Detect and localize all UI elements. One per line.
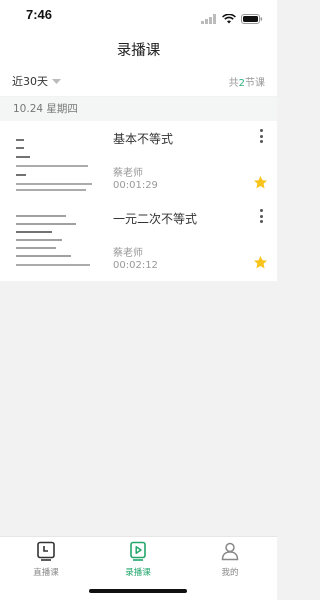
lesson-teacher: 蔡老师 [113,248,143,259]
play-video-icon [128,541,148,565]
lesson-count-prefix: 共 [228,78,239,89]
caret-down-icon [52,75,61,88]
tab-label: 我的 [221,568,239,578]
lesson-count: 共2节课 [229,74,265,89]
lesson-title: 一元二次不等式 [113,212,198,226]
lesson-title: 基本不等式 [113,132,174,146]
tab-recorded-course[interactable]: 录播课 [108,541,168,578]
more-options-icon[interactable] [257,209,265,227]
lesson-thumbnail [14,209,96,275]
clock-icon [36,541,56,565]
lesson-count-suffix: 节课 [245,78,265,89]
period-label: 近30天 [12,75,48,88]
user-icon [220,542,240,565]
favorite-star-icon[interactable] [253,175,268,190]
tab-live-course[interactable]: 直播课 [16,541,76,578]
wifi-icon [222,9,236,28]
filter-bar: 近30天 共2节课 [0,66,277,96]
lesson-duration: 00:02:12 [113,260,158,271]
page-title: 录播课 [116,43,161,59]
lesson-item[interactable]: 一元二次不等式 蔡老师 00:02:12 [0,201,277,279]
tab-label: 录播课 [125,568,151,578]
date-group-header: 10.24 星期四 [0,97,277,121]
tab-my-profile[interactable]: 我的 [200,541,260,578]
status-bar: 7:46 [0,0,277,30]
navigation-bar: 录播课 [0,30,277,66]
lesson-duration: 00:01:29 [113,180,158,191]
signal-icon [201,9,217,28]
lesson-item[interactable]: 基本不等式 蔡老师 00:01:29 [0,121,277,199]
favorite-star-icon[interactable] [253,255,268,270]
more-options-icon[interactable] [257,129,265,147]
status-icons [201,9,263,28]
status-time: 7:46 [26,7,53,22]
period-dropdown[interactable]: 近30天 [12,73,61,89]
home-indicator [89,589,187,593]
battery-icon [241,9,263,28]
lesson-list: 基本不等式 蔡老师 00:01:29 一元二次不等式 蔡老师 00:02:12 [0,121,277,281]
tab-label: 直播课 [33,568,59,578]
lesson-teacher: 蔡老师 [113,168,143,179]
lesson-thumbnail [14,129,96,195]
